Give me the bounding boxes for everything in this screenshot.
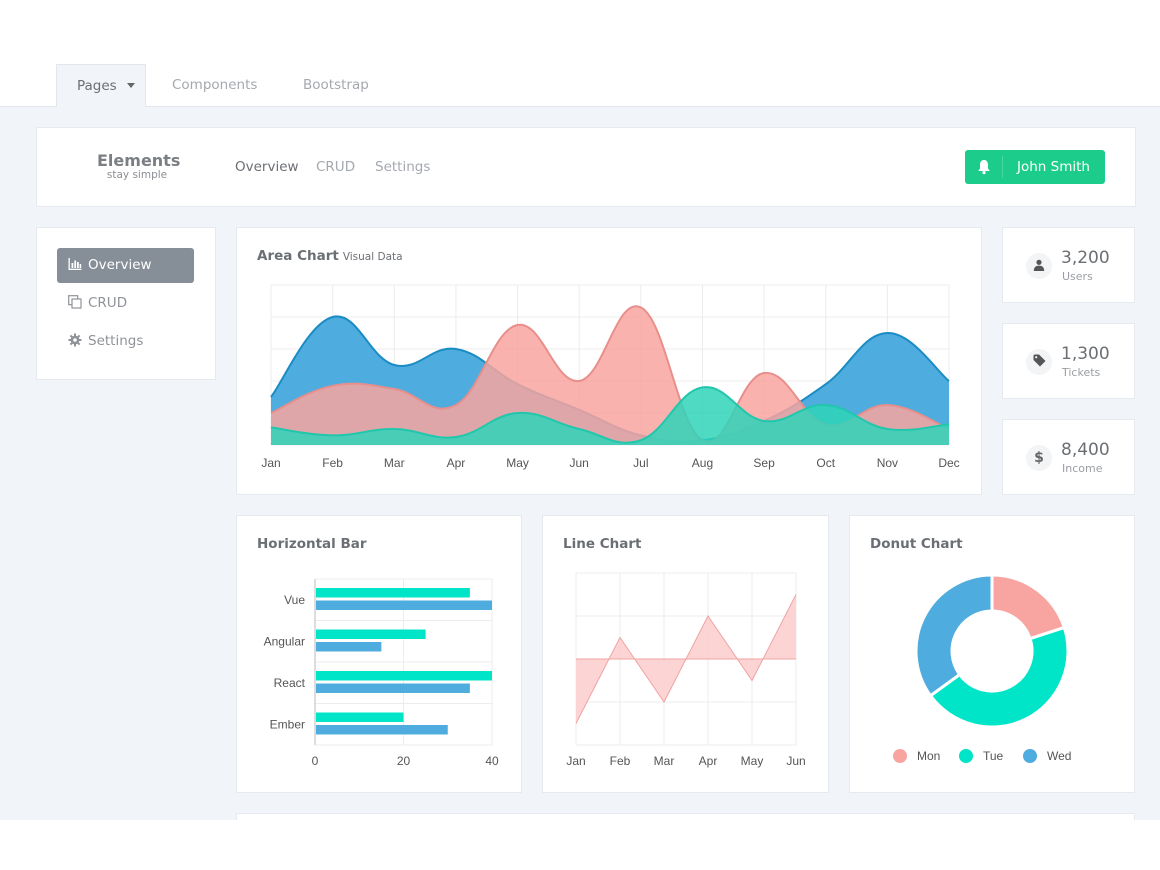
bar-vue-series-1 [316, 588, 470, 598]
x-tick-label: Jan [566, 754, 585, 768]
bar-react-series-1 [316, 671, 492, 681]
bar-angular-series-2 [316, 642, 382, 652]
x-tick-label: 20 [397, 754, 411, 768]
x-tick-label: Mar [384, 456, 405, 470]
tab-pages-label: Pages [77, 78, 117, 94]
stat-value: 3,200 [1061, 248, 1110, 268]
x-tick-label: Jan [261, 456, 280, 470]
legend-swatch-tue [959, 749, 973, 763]
sidebar: Overview CRUD Settings [36, 227, 216, 380]
x-tick-label: Dec [938, 456, 959, 470]
sidebar-item-settings[interactable]: Settings [57, 324, 194, 359]
sidebar-item-overview[interactable]: Overview [57, 248, 194, 283]
x-tick-label: Apr [699, 754, 718, 768]
bar-react-series-2 [316, 683, 470, 693]
user-name: John Smith [1017, 159, 1090, 175]
header-nav-settings[interactable]: Settings [375, 159, 430, 175]
stat-card-tickets: 1,300 Tickets [1002, 323, 1135, 399]
stat-label: Income [1062, 462, 1103, 475]
sidebar-item-crud[interactable]: CRUD [57, 286, 194, 321]
brand-logo[interactable]: Elements stay simple [97, 151, 181, 181]
y-tick-label: Angular [264, 634, 305, 648]
brand-title: Elements [97, 151, 181, 170]
x-tick-label: Nov [877, 456, 898, 470]
stat-label: Tickets [1062, 366, 1101, 379]
x-tick-label: 40 [485, 754, 499, 768]
sidebar-item-label: CRUD [88, 295, 128, 311]
gear-icon [68, 333, 82, 347]
donut-chart-card: Donut Chart Mon Tue Wed [849, 515, 1135, 793]
x-tick-label: 0 [312, 754, 319, 768]
x-tick-label: Sep [753, 456, 775, 470]
header-nav-overview[interactable]: Overview [235, 159, 299, 175]
caret-down-icon [126, 83, 135, 88]
bell-icon [978, 160, 990, 175]
user-menu-button[interactable]: John Smith [965, 150, 1105, 184]
top-nav: Pages Components Bootstrap [0, 64, 1160, 108]
tab-pages[interactable]: Pages [56, 64, 146, 108]
legend-swatch-wed [1023, 749, 1037, 763]
x-tick-label: Feb [610, 754, 631, 768]
x-tick-label: Jul [633, 456, 648, 470]
header-card: Elements stay simple Overview CRUD Setti… [36, 127, 1136, 207]
bar-vue-series-2 [316, 600, 492, 610]
y-tick-label: Ember [270, 717, 305, 731]
bar-ember-series-1 [316, 712, 404, 722]
page-bottom [0, 820, 1160, 870]
sidebar-item-label: Settings [88, 333, 144, 349]
stat-card-users: 3,200 Users [1002, 227, 1135, 303]
area-chart-card: Area Chart Visual Data Jan Feb Mar Apr May Jun… [236, 227, 982, 495]
bar-chart-icon [68, 258, 82, 270]
stat-value: 8,400 [1061, 440, 1110, 460]
x-tick-label: May [506, 456, 529, 470]
horizontal-bar-card: Horizontal Bar 0 20 40 Vue Angular React Ember [236, 515, 522, 793]
dollar-icon: $ [1026, 445, 1052, 471]
x-tick-label: Apr [447, 456, 466, 470]
legend-label: Tue [983, 749, 1004, 763]
x-tick-label: Jun [570, 456, 589, 470]
tab-components[interactable]: Components [172, 64, 257, 107]
tab-components-label: Components [172, 77, 258, 93]
sidebar-item-label: Overview [88, 257, 152, 273]
brand-subtitle: stay simple [106, 169, 168, 181]
line-series [575, 594, 797, 724]
x-tick-label: Feb [322, 456, 343, 470]
legend-label: Mon [917, 749, 940, 763]
donut-slice-mon [990, 573, 1067, 641]
area-chart: Jan Feb Mar Apr May Jun Jul Aug Sep Oct Nov Dec [261, 284, 960, 470]
line-chart: Jan Feb Mar Apr May Jun [566, 572, 806, 768]
legend-label: Wed [1047, 749, 1071, 763]
line-chart-card: Line Chart Jan Feb Mar Apr May Jun [542, 515, 829, 793]
x-tick-label: Aug [692, 456, 713, 470]
stat-value: 1,300 [1061, 344, 1110, 364]
donut-slice-wed [914, 573, 994, 698]
stat-card-income: $ 8,400 Income [1002, 419, 1135, 495]
tab-bootstrap[interactable]: Bootstrap [303, 64, 369, 107]
stat-label: Users [1062, 270, 1093, 283]
header-nav-crud[interactable]: CRUD [316, 159, 355, 175]
x-tick-label: Oct [816, 456, 835, 470]
button-divider [1002, 156, 1003, 178]
x-tick-label: Mar [654, 754, 675, 768]
y-tick-label: React [274, 676, 306, 690]
tab-bootstrap-label: Bootstrap [303, 77, 369, 93]
user-icon [1026, 253, 1052, 279]
x-tick-label: Jun [786, 754, 805, 768]
y-tick-label: Vue [284, 593, 305, 607]
copy-icon [68, 295, 82, 309]
legend-swatch-mon [893, 749, 907, 763]
donut-chart: Mon Tue Wed [893, 573, 1071, 763]
horizontal-bar-chart: 0 20 40 Vue Angular React Ember [264, 578, 499, 768]
bar-ember-series-2 [316, 725, 448, 735]
tag-icon [1026, 349, 1052, 375]
bar-angular-series-1 [316, 629, 426, 639]
x-tick-label: May [741, 754, 764, 768]
